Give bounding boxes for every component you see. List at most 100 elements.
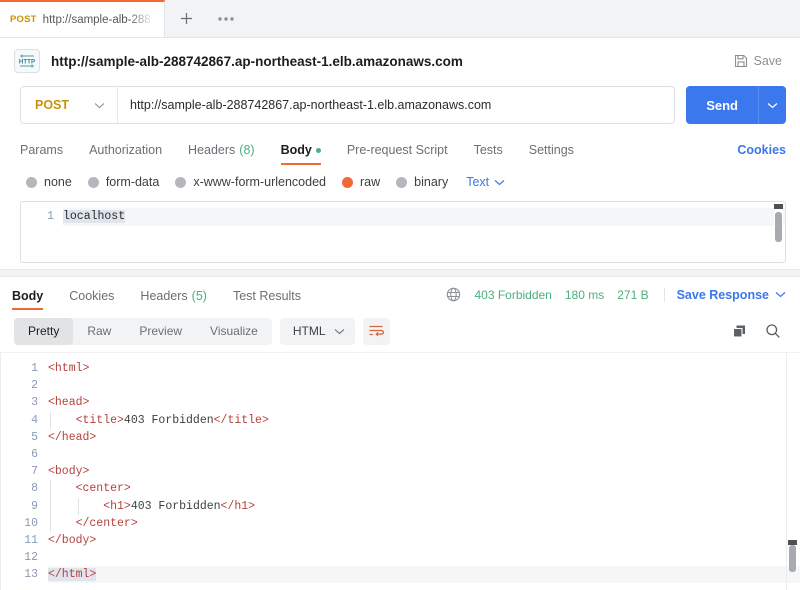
url-bar-row: POST Send <box>0 86 800 124</box>
line-number: 9 <box>31 499 38 513</box>
code-line[interactable]: <head> <box>48 394 800 411</box>
response-format-label: HTML <box>292 324 326 338</box>
code-line[interactable]: </body> <box>48 532 800 549</box>
tab-pre-request-script[interactable]: Pre-request Script <box>334 143 461 165</box>
tab-label: Settings <box>528 143 574 157</box>
code-line[interactable]: </head> <box>48 429 800 446</box>
response-view-switcher: Pretty Raw Preview Visualize <box>14 317 272 345</box>
tab-settings[interactable]: Settings <box>516 143 587 165</box>
globe-icon <box>447 287 461 302</box>
tab-label: Body <box>12 289 44 303</box>
line-number: 2 <box>31 379 38 393</box>
radio-icon <box>26 176 37 188</box>
copy-response-button[interactable] <box>726 318 752 344</box>
cookies-link[interactable]: Cookies <box>737 143 786 165</box>
body-type-form-data[interactable]: form-data <box>87 175 159 189</box>
code-line[interactable]: <body> <box>48 463 800 480</box>
word-wrap-icon <box>369 325 385 337</box>
tab-label: Body <box>280 143 312 157</box>
html-tag: </h1> <box>220 499 256 513</box>
plus-icon <box>180 13 192 24</box>
request-section-tabs: Params Authorization Headers (8) Body Pre-req… <box>0 133 800 165</box>
scrollbar-thumb[interactable] <box>789 545 796 572</box>
search-response-button[interactable] <box>760 318 786 344</box>
html-tag: </title> <box>213 413 269 427</box>
chevron-down-icon <box>334 328 344 334</box>
send-button[interactable]: Send <box>686 86 758 124</box>
code-line[interactable] <box>48 377 800 394</box>
tab-options-button[interactable] <box>207 0 245 37</box>
tab-count: (5) <box>191 289 207 303</box>
response-size: 271 B <box>617 287 649 302</box>
code-line[interactable]: <h1>403 Forbidden</h1> <box>48 497 800 515</box>
url-input[interactable] <box>118 87 675 123</box>
line-number: 3 <box>31 396 38 410</box>
request-body-editor[interactable]: 1 localhost <box>20 201 786 263</box>
new-tab-button[interactable] <box>165 0 207 37</box>
url-shell: POST <box>20 86 676 124</box>
search-icon <box>766 324 780 338</box>
tab-label: Pre-request Script <box>346 143 448 157</box>
tab-headers[interactable]: Headers (8) <box>175 143 268 165</box>
response-tab-body[interactable]: Body <box>12 289 56 310</box>
tab-label: Test Results <box>232 289 302 303</box>
code-line[interactable]: </html> <box>48 566 800 584</box>
http-method-label: POST <box>35 98 70 112</box>
code-line[interactable]: <center> <box>48 480 800 498</box>
response-scrollbar[interactable] <box>788 540 797 574</box>
body-format-select[interactable]: Text <box>466 175 505 189</box>
code-line[interactable] <box>48 446 800 463</box>
code-line[interactable]: <html> <box>48 360 800 377</box>
tab-strip-filler <box>245 0 800 37</box>
view-raw[interactable]: Raw <box>73 318 125 345</box>
save-request-label: Save <box>753 54 783 68</box>
body-type-binary[interactable]: binary <box>396 175 448 189</box>
response-right-rail <box>786 353 787 590</box>
line-number: 6 <box>31 448 38 462</box>
request-tab-active[interactable]: POST http://sample-alb-28874 <box>0 0 165 37</box>
code-line[interactable]: localhost <box>63 208 785 226</box>
send-options-button[interactable] <box>758 86 786 124</box>
request-code-area[interactable]: localhost <box>63 202 785 262</box>
tab-label: Headers <box>188 143 236 157</box>
html-tag: <title> <box>48 413 124 427</box>
body-type-raw[interactable]: raw <box>342 175 380 189</box>
http-method-select[interactable]: POST <box>21 87 118 123</box>
http-protocol-icon: HTTP <box>14 49 40 73</box>
view-preview[interactable]: Preview <box>125 318 196 345</box>
response-tab-cookies[interactable]: Cookies <box>56 289 127 310</box>
tab-tests[interactable]: Tests <box>461 143 516 165</box>
response-tab-headers[interactable]: Headers (5) <box>127 289 220 310</box>
request-editor-scrollbar[interactable] <box>774 204 783 250</box>
indent-guide <box>50 480 51 498</box>
pane-divider[interactable] <box>0 269 800 277</box>
code-line[interactable]: </center> <box>48 514 800 532</box>
radio-icon <box>342 176 353 188</box>
view-pretty[interactable]: Pretty <box>14 317 74 345</box>
scrollbar-thumb[interactable] <box>775 212 782 242</box>
code-line[interactable] <box>48 549 800 566</box>
view-visualize[interactable]: Visualize <box>196 318 272 345</box>
word-wrap-toggle[interactable] <box>362 317 390 345</box>
code-line[interactable]: <title>403 Forbidden</title> <box>48 411 800 429</box>
response-format-select[interactable]: HTML <box>279 317 355 345</box>
tab-authorization[interactable]: Authorization <box>76 143 175 165</box>
save-response-button[interactable]: Save Response <box>663 287 786 302</box>
body-type-none[interactable]: none <box>26 175 72 189</box>
body-type-x-www-form-urlencoded[interactable]: x-www-form-urlencoded <box>175 175 326 189</box>
request-tab-strip: POST http://sample-alb-28874 <box>0 0 800 38</box>
request-line-numbers: 1 <box>21 202 63 262</box>
body-type-row: none form-data x-www-form-urlencoded raw bin… <box>0 165 800 199</box>
save-request-button[interactable]: Save <box>732 50 785 72</box>
tab-params[interactable]: Params <box>20 143 76 165</box>
request-name-bar: HTTP http://sample-alb-288742867.ap-nort… <box>0 38 800 84</box>
body-type-label: raw <box>360 175 381 189</box>
response-tab-test-results[interactable]: Test Results <box>220 289 314 310</box>
response-toolbar: Pretty Raw Preview Visualize HTML <box>0 310 800 352</box>
request-tab-url: http://sample-alb-28874 <box>42 13 154 26</box>
send-button-group: Send <box>686 86 786 124</box>
tab-body[interactable]: Body <box>268 143 334 165</box>
response-code-area[interactable]: <html> <head> <title>403 Forbidden</titl… <box>48 353 800 590</box>
response-body-viewer[interactable]: 1 2 3 4 5 6 7 8 9 10 11 12 13 <html> <head> <title>4… <box>0 352 800 590</box>
response-section-tabs: Body Cookies Headers (5) Test Results <box>12 289 314 310</box>
